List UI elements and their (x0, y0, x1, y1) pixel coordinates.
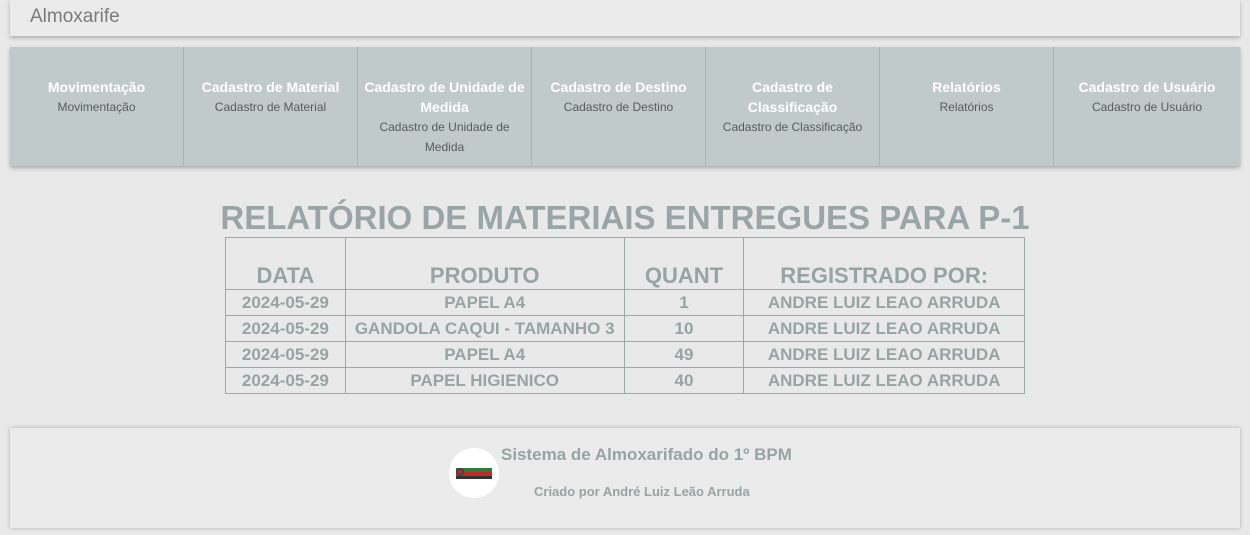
table-row: 2024-05-29 PAPEL HIGIENICO 40 ANDRE LUIZ… (225, 367, 1025, 394)
cell-quant: 49 (623, 341, 745, 368)
nav-item-cadastro-destino[interactable]: Cadastro de Destino Cadastro de Destino (532, 47, 706, 166)
nav-item-movimentacao[interactable]: Movimentação Movimentação (10, 47, 184, 166)
nav-item-title: Cadastro de Destino (550, 79, 687, 95)
column-header-data: DATA (225, 237, 346, 290)
table-row: 2024-05-29 PAPEL A4 1 ANDRE LUIZ LEAO AR… (225, 289, 1025, 316)
cell-registrado-por: ANDRE LUIZ LEAO ARRUDA (743, 367, 1025, 394)
table-row: 2024-05-29 GANDOLA CAQUI - TAMANHO 3 10 … (225, 315, 1025, 342)
main-nav: Movimentação Movimentação Cadastro de Ma… (10, 47, 1240, 166)
nav-item-subtitle: Cadastro de Material (214, 100, 327, 114)
column-header-registrado-por: REGISTRADO POR: (743, 237, 1025, 290)
footer-credit: Criado por André Luiz Leão Arruda (534, 484, 750, 499)
table-header-row: DATA PRODUTO QUANT REGISTRADO POR: (225, 237, 1025, 290)
cell-quant: 10 (623, 315, 745, 342)
column-header-quant: QUANT (623, 237, 745, 290)
report-title: RELATÓRIO DE MATERIAIS ENTREGUES PARA P-… (220, 199, 1030, 236)
nav-item-relatorios[interactable]: Relatórios Relatórios (880, 47, 1054, 166)
nav-item-cadastro-usuario[interactable]: Cadastro de Usuário Cadastro de Usuário (1054, 47, 1240, 166)
column-header-produto: PRODUTO (344, 237, 625, 290)
nav-item-title: Cadastro de Classificação (747, 79, 838, 115)
cell-quant: 1 (623, 289, 745, 316)
top-header: Almoxarife (10, 0, 1240, 36)
nav-item-title: Relatórios (932, 79, 1001, 95)
nav-item-subtitle: Cadastro de Usuário (1091, 100, 1203, 114)
nav-item-title: Cadastro de Usuário (1078, 79, 1216, 95)
cell-data: 2024-05-29 (225, 315, 346, 342)
cell-registrado-por: ANDRE LUIZ LEAO ARRUDA (743, 315, 1025, 342)
cell-registrado-por: ANDRE LUIZ LEAO ARRUDA (743, 289, 1025, 316)
cell-data: 2024-05-29 (225, 367, 346, 394)
footer-title: Sistema de Almoxarifado do 1º BPM (501, 445, 792, 464)
nav-item-subtitle: Relatórios (939, 100, 994, 114)
battalion-logo (449, 448, 499, 498)
nav-item-title: Cadastro de Material (201, 79, 340, 95)
cell-produto: PAPEL HIGIENICO (344, 367, 625, 394)
cell-quant: 40 (623, 367, 745, 394)
cell-data: 2024-05-29 (225, 341, 346, 368)
nav-item-subtitle: Movimentação (57, 100, 136, 114)
nav-item-title: Movimentação (47, 79, 146, 95)
cell-produto: GANDOLA CAQUI - TAMANHO 3 (344, 315, 625, 342)
cell-registrado-por: ANDRE LUIZ LEAO ARRUDA (743, 341, 1025, 368)
nav-item-title: Cadastro de Unidade de Medida (364, 79, 525, 115)
nav-item-subtitle: Cadastro de Classificação (722, 120, 863, 134)
cell-produto: PAPEL A4 (344, 341, 625, 368)
table-row: 2024-05-29 PAPEL A4 49 ANDRE LUIZ LEAO A… (225, 341, 1025, 368)
report-table: DATA PRODUTO QUANT REGISTRADO POR: 2024-… (225, 237, 1025, 394)
cell-data: 2024-05-29 (225, 289, 346, 316)
nav-item-cadastro-classificacao[interactable]: Cadastro de Classificação Cadastro de Cl… (706, 47, 880, 166)
nav-item-cadastro-material[interactable]: Cadastro de Material Cadastro de Materia… (184, 47, 358, 166)
brand-link[interactable]: Almoxarife (30, 6, 120, 28)
nav-item-subtitle: Cadastro de Destino (563, 100, 674, 114)
cell-produto: PAPEL A4 (344, 289, 625, 316)
nav-item-subtitle: Cadastro de Unidade de Medida (379, 120, 510, 154)
nav-item-cadastro-unidade-medida[interactable]: Cadastro de Unidade de Medida Cadastro d… (358, 47, 532, 166)
footer: Sistema de Almoxarifado do 1º BPM Criado… (10, 428, 1240, 528)
